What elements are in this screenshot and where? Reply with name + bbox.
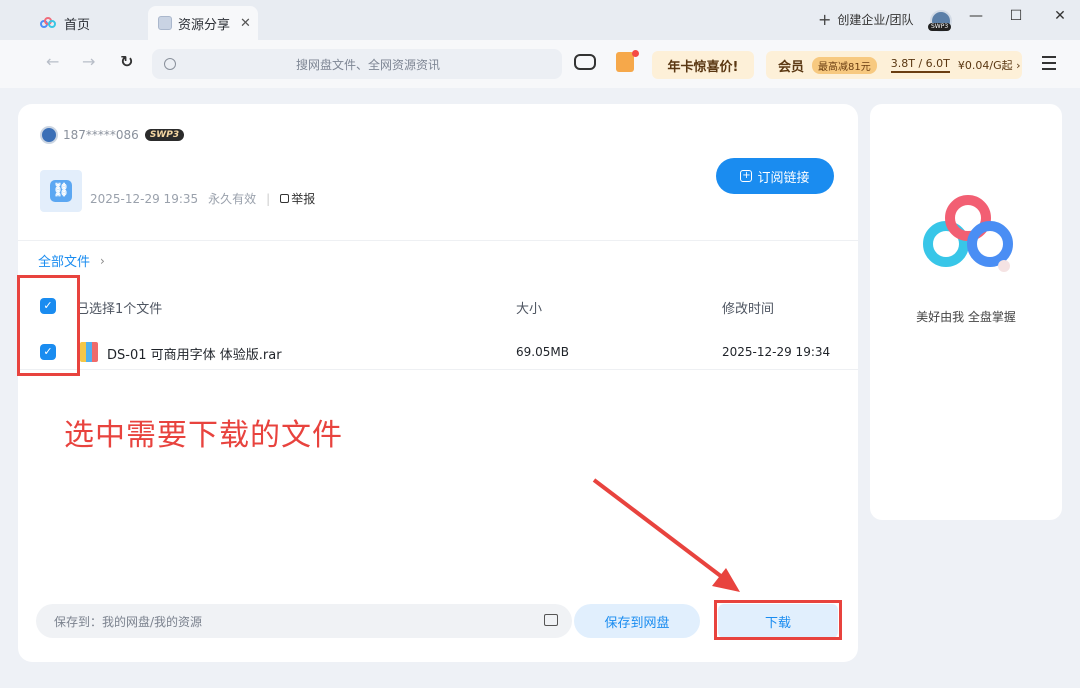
tab-home[interactable]: 首页 <box>40 6 90 40</box>
file-size: 69.05MB <box>516 345 569 359</box>
svip-badge: SWP3 <box>928 23 952 31</box>
close-icon[interactable]: ✕ <box>1050 8 1070 24</box>
save-path-field[interactable]: 保存到：我的网盘/我的资源 <box>36 604 572 638</box>
share-validity: 永久有效 <box>208 192 257 206</box>
file-modified: 2025-12-29 19:34 <box>722 345 831 359</box>
document-icon <box>158 16 172 30</box>
create-team-label: 创建企业/团队 <box>837 13 914 27</box>
subscribe-link-label: 订阅链接 <box>757 170 810 186</box>
selection-count: 已选择1个文件 <box>76 302 163 317</box>
folder-icon[interactable] <box>544 614 558 626</box>
forward-arrow-icon[interactable]: → <box>82 52 95 71</box>
notification-dot <box>632 50 639 57</box>
tab-close-icon[interactable]: ✕ <box>240 16 251 31</box>
baidu-netdisk-logo-icon <box>40 17 56 29</box>
save-path-label: 保存到：我的网盘/我的资源 <box>54 614 203 629</box>
minimize-icon[interactable]: — <box>966 8 986 24</box>
storage-usage: 3.8T / 6.0T <box>890 57 950 73</box>
search-input[interactable]: 搜网盘文件、全网资源资讯 <box>152 49 562 79</box>
file-table-header: ✓ 已选择1个文件 大小 修改时间 <box>18 288 858 324</box>
vip-discount-badge: 最高减81元 <box>812 56 877 74</box>
rar-archive-icon <box>80 342 98 362</box>
gamepad-icon[interactable] <box>574 54 596 70</box>
plus-icon: + <box>818 10 832 29</box>
subscribe-link-button[interactable]: + 订阅链接 <box>716 158 834 194</box>
baidu-netdisk-logo-icon <box>923 195 1013 272</box>
divider <box>18 240 858 241</box>
column-size[interactable]: 大小 <box>516 298 542 317</box>
breadcrumb[interactable]: 全部文件 › <box>38 251 105 271</box>
search-placeholder: 搜网盘文件、全网资源资讯 <box>296 57 441 72</box>
report-button[interactable]: 举报 <box>280 190 315 207</box>
refresh-icon[interactable]: ↻ <box>120 52 133 71</box>
share-content-panel: 187*****086 SWP3 ⛓ 2025-12-29 19:35 永久有效… <box>18 104 858 662</box>
create-team-button[interactable]: + 创建企业/团队 <box>818 10 913 29</box>
back-arrow-icon[interactable]: ← <box>46 52 59 71</box>
save-to-netdisk-button[interactable]: 保存到网盘 <box>574 604 700 638</box>
vip-label: 会员 <box>778 59 805 75</box>
tab-resource-share-label: 资源分享 <box>178 17 231 33</box>
tab-home-label: 首页 <box>64 17 91 33</box>
promo-sidebar: 美好由我 全盘掌握 <box>870 104 1062 520</box>
maximize-icon[interactable]: ☐ <box>1006 8 1026 24</box>
vip-banner[interactable]: 会员 最高减81元 3.8T / 6.0T ¥0.04/G起 › <box>766 51 1022 79</box>
share-owner: 187*****086 SWP3 <box>40 126 185 144</box>
column-modified[interactable]: 修改时间 <box>722 298 774 317</box>
toolbar: ← → ↻ 搜网盘文件、全网资源资讯 年卡惊喜价! 会员 最高减81元 3.8T… <box>0 40 1080 88</box>
title-bar: 首页 资源分享 ✕ + 创建企业/团队 SWP3 — ☐ ✕ <box>0 0 1080 40</box>
annual-promo-button[interactable]: 年卡惊喜价! <box>652 51 754 79</box>
report-icon <box>280 194 290 203</box>
report-label: 举报 <box>291 192 316 206</box>
search-icon <box>164 58 176 70</box>
promo-slogan: 美好由我 全盘掌握 <box>916 310 1016 324</box>
breadcrumb-all-files[interactable]: 全部文件 <box>38 251 90 270</box>
gift-icon[interactable] <box>616 52 634 72</box>
tab-resource-share[interactable]: 资源分享 ✕ <box>148 6 258 40</box>
chevron-right-icon: › <box>100 253 105 268</box>
owner-name: 187*****086 <box>63 128 139 142</box>
highlight-box-checkboxes <box>17 275 80 376</box>
hamburger-menu-icon[interactable] <box>1042 56 1056 74</box>
storage-price: ¥0.04/G起 › <box>957 59 1021 72</box>
owner-avatar <box>40 126 58 144</box>
add-icon: + <box>740 170 753 182</box>
highlight-box-download <box>714 600 842 640</box>
share-link-icon: ⛓ <box>40 170 82 212</box>
annotation-text: 选中需要下载的文件 <box>64 418 343 453</box>
owner-svip-badge: SWP3 <box>144 129 185 141</box>
share-date: 2025-12-29 19:35 <box>90 191 199 206</box>
table-row[interactable]: ✓ DS-01 可商用字体 体验版.rar 69.05MB 2025-12-29… <box>18 334 858 370</box>
share-meta: 2025-12-29 19:35 永久有效 | 举报 <box>90 190 316 207</box>
file-name[interactable]: DS-01 可商用字体 体验版.rar <box>107 344 282 363</box>
